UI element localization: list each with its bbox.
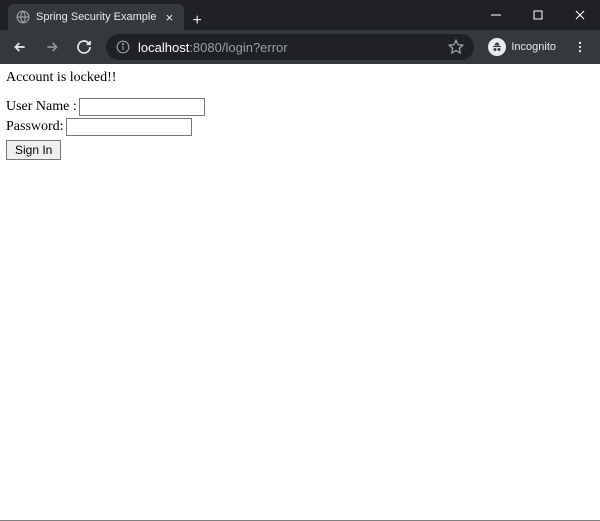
reload-button[interactable]	[70, 33, 98, 61]
browser-menu-button[interactable]	[566, 33, 594, 61]
url-host: localhost	[138, 40, 189, 55]
url-path: /login?error	[222, 40, 288, 55]
page-content: Account is locked!! User Name : Password…	[0, 64, 600, 166]
error-message: Account is locked!!	[6, 70, 594, 86]
minimize-button[interactable]	[476, 0, 516, 30]
password-input[interactable]	[66, 118, 192, 136]
url-port: :8080	[189, 40, 222, 55]
new-tab-button[interactable]: +	[184, 12, 209, 30]
window-title-bar: Spring Security Example × +	[0, 0, 600, 30]
close-tab-icon[interactable]: ×	[162, 10, 176, 25]
tab-strip: Spring Security Example × +	[0, 0, 210, 30]
incognito-icon	[488, 38, 506, 56]
tab-title: Spring Security Example	[36, 11, 156, 23]
url-text: localhost:8080/login?error	[138, 40, 440, 55]
site-info-icon[interactable]	[116, 40, 130, 54]
incognito-label: Incognito	[511, 41, 556, 53]
bookmark-star-icon[interactable]	[448, 39, 464, 55]
username-input[interactable]	[79, 98, 205, 116]
password-label: Password:	[6, 119, 64, 135]
sign-in-button[interactable]: Sign In	[6, 140, 61, 160]
login-form: User Name : Password: Sign In	[6, 98, 594, 160]
password-row: Password:	[6, 118, 594, 136]
back-button[interactable]	[6, 33, 34, 61]
browser-tab[interactable]: Spring Security Example ×	[8, 4, 184, 30]
incognito-indicator[interactable]: Incognito	[482, 38, 562, 56]
close-window-button[interactable]	[560, 0, 600, 30]
username-label: User Name :	[6, 99, 77, 115]
globe-icon	[16, 10, 30, 24]
browser-toolbar: localhost:8080/login?error Incognito	[0, 30, 600, 64]
window-controls	[476, 0, 600, 30]
forward-button[interactable]	[38, 33, 66, 61]
maximize-button[interactable]	[518, 0, 558, 30]
address-bar[interactable]: localhost:8080/login?error	[106, 34, 474, 60]
username-row: User Name :	[6, 98, 594, 116]
